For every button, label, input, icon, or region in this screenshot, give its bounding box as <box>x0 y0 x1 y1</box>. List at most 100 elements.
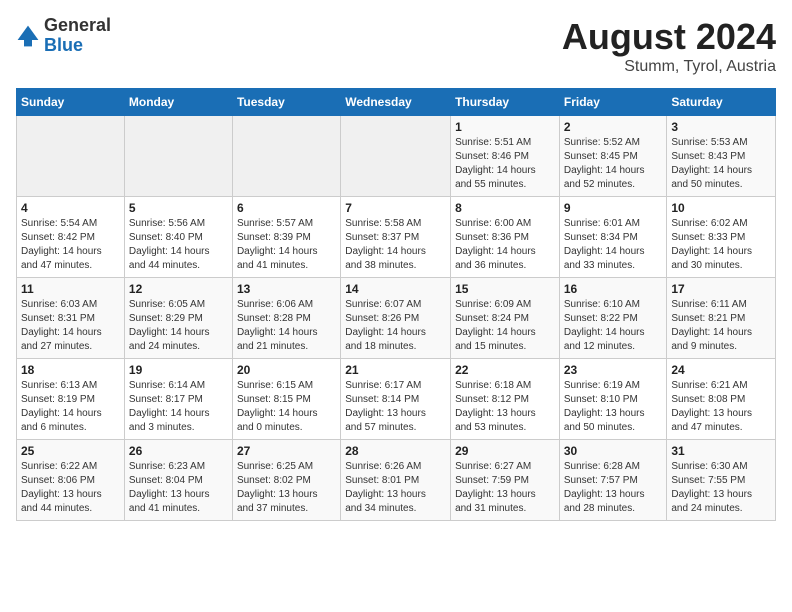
logo-general: General <box>44 16 111 36</box>
day-info: Sunrise: 6:06 AM Sunset: 8:28 PM Dayligh… <box>237 298 336 354</box>
calendar-cell: 8 Sunrise: 6:00 AM Sunset: 8:36 PM Daylig… <box>451 197 560 278</box>
day-number: 20 <box>237 363 336 377</box>
day-number: 9 <box>564 201 663 215</box>
calendar-week-row: 25 Sunrise: 6:22 AM Sunset: 8:06 PM Dayli… <box>17 440 776 521</box>
day-info: Sunrise: 6:26 AM Sunset: 8:01 PM Dayligh… <box>345 460 446 516</box>
day-number: 12 <box>129 282 228 296</box>
day-of-week-header: Saturday <box>667 89 776 116</box>
title-block: August 2024 Stumm, Tyrol, Austria <box>562 16 776 76</box>
day-number: 17 <box>671 282 771 296</box>
day-number: 19 <box>129 363 228 377</box>
day-info: Sunrise: 5:56 AM Sunset: 8:40 PM Dayligh… <box>129 217 228 273</box>
day-info: Sunrise: 5:57 AM Sunset: 8:39 PM Dayligh… <box>237 217 336 273</box>
page-title: August 2024 <box>562 16 776 58</box>
day-number: 14 <box>345 282 446 296</box>
day-number: 15 <box>455 282 555 296</box>
calendar-cell: 18 Sunrise: 6:13 AM Sunset: 8:19 PM Dayli… <box>17 359 125 440</box>
day-number: 25 <box>21 444 120 458</box>
calendar-cell: 11Sunrise: 6:03 AM Sunset: 8:31 PM Dayli… <box>17 278 125 359</box>
day-number: 24 <box>671 363 771 377</box>
calendar-cell: 6Sunrise: 5:57 AM Sunset: 8:39 PM Daylig… <box>232 197 340 278</box>
calendar-week-row: 18 Sunrise: 6:13 AM Sunset: 8:19 PM Dayli… <box>17 359 776 440</box>
calendar-week-row: 11Sunrise: 6:03 AM Sunset: 8:31 PM Dayli… <box>17 278 776 359</box>
calendar-cell: 2 Sunrise: 5:52 AM Sunset: 8:45 PM Daylig… <box>559 116 667 197</box>
day-number: 29 <box>455 444 555 458</box>
day-info: Sunrise: 6:28 AM Sunset: 7:57 PM Dayligh… <box>564 460 663 516</box>
day-info: Sunrise: 5:52 AM Sunset: 8:45 PM Dayligh… <box>564 136 663 192</box>
day-number: 28 <box>345 444 446 458</box>
day-info: Sunrise: 6:00 AM Sunset: 8:36 PM Dayligh… <box>455 217 555 273</box>
day-of-week-header: Thursday <box>451 89 560 116</box>
day-number: 23 <box>564 363 663 377</box>
calendar-cell: 19 Sunrise: 6:14 AM Sunset: 8:17 PM Dayli… <box>124 359 232 440</box>
calendar-cell: 22 Sunrise: 6:18 AM Sunset: 8:12 PM Dayli… <box>451 359 560 440</box>
calendar-cell: 28 Sunrise: 6:26 AM Sunset: 8:01 PM Dayli… <box>341 440 451 521</box>
calendar-cell: 16Sunrise: 6:10 AM Sunset: 8:22 PM Dayli… <box>559 278 667 359</box>
logo-text: General Blue <box>44 16 111 56</box>
day-info: Sunrise: 5:54 AM Sunset: 8:42 PM Dayligh… <box>21 217 120 273</box>
calendar-cell: 24 Sunrise: 6:21 AM Sunset: 8:08 PM Dayli… <box>667 359 776 440</box>
day-number: 2 <box>564 120 663 134</box>
day-info: Sunrise: 5:58 AM Sunset: 8:37 PM Dayligh… <box>345 217 446 273</box>
page-subtitle: Stumm, Tyrol, Austria <box>562 58 776 76</box>
day-number: 31 <box>671 444 771 458</box>
day-number: 13 <box>237 282 336 296</box>
day-info: Sunrise: 6:02 AM Sunset: 8:33 PM Dayligh… <box>671 217 771 273</box>
day-number: 10 <box>671 201 771 215</box>
day-of-week-header: Tuesday <box>232 89 340 116</box>
calendar-cell: 23Sunrise: 6:19 AM Sunset: 8:10 PM Dayli… <box>559 359 667 440</box>
day-number: 18 <box>21 363 120 377</box>
day-info: Sunrise: 6:14 AM Sunset: 8:17 PM Dayligh… <box>129 379 228 435</box>
day-info: Sunrise: 6:01 AM Sunset: 8:34 PM Dayligh… <box>564 217 663 273</box>
calendar-cell: 7 Sunrise: 5:58 AM Sunset: 8:37 PM Daylig… <box>341 197 451 278</box>
calendar-cell: 31 Sunrise: 6:30 AM Sunset: 7:55 PM Dayli… <box>667 440 776 521</box>
calendar-cell: 13 Sunrise: 6:06 AM Sunset: 8:28 PM Dayli… <box>232 278 340 359</box>
day-number: 22 <box>455 363 555 377</box>
calendar-table: SundayMondayTuesdayWednesdayThursdayFrid… <box>16 88 776 521</box>
day-of-week-header: Monday <box>124 89 232 116</box>
day-info: Sunrise: 5:53 AM Sunset: 8:43 PM Dayligh… <box>671 136 771 192</box>
day-of-week-header: Friday <box>559 89 667 116</box>
day-info: Sunrise: 6:15 AM Sunset: 8:15 PM Dayligh… <box>237 379 336 435</box>
calendar-cell: 4 Sunrise: 5:54 AM Sunset: 8:42 PM Daylig… <box>17 197 125 278</box>
calendar-body: 1Sunrise: 5:51 AM Sunset: 8:46 PM Daylig… <box>17 116 776 521</box>
day-number: 27 <box>237 444 336 458</box>
day-info: Sunrise: 6:30 AM Sunset: 7:55 PM Dayligh… <box>671 460 771 516</box>
day-info: Sunrise: 6:13 AM Sunset: 8:19 PM Dayligh… <box>21 379 120 435</box>
header-row: SundayMondayTuesdayWednesdayThursdayFrid… <box>17 89 776 116</box>
logo-icon <box>16 24 40 48</box>
calendar-cell: 5Sunrise: 5:56 AM Sunset: 8:40 PM Daylig… <box>124 197 232 278</box>
calendar-cell: 10 Sunrise: 6:02 AM Sunset: 8:33 PM Dayli… <box>667 197 776 278</box>
logo-blue: Blue <box>44 36 111 56</box>
day-number: 4 <box>21 201 120 215</box>
calendar-cell: 25 Sunrise: 6:22 AM Sunset: 8:06 PM Dayli… <box>17 440 125 521</box>
day-info: Sunrise: 6:11 AM Sunset: 8:21 PM Dayligh… <box>671 298 771 354</box>
day-info: Sunrise: 6:05 AM Sunset: 8:29 PM Dayligh… <box>129 298 228 354</box>
day-number: 30 <box>564 444 663 458</box>
calendar-cell: 26Sunrise: 6:23 AM Sunset: 8:04 PM Dayli… <box>124 440 232 521</box>
day-info: Sunrise: 6:27 AM Sunset: 7:59 PM Dayligh… <box>455 460 555 516</box>
calendar-cell: 1Sunrise: 5:51 AM Sunset: 8:46 PM Daylig… <box>451 116 560 197</box>
day-info: Sunrise: 6:22 AM Sunset: 8:06 PM Dayligh… <box>21 460 120 516</box>
day-info: Sunrise: 6:03 AM Sunset: 8:31 PM Dayligh… <box>21 298 120 354</box>
day-number: 8 <box>455 201 555 215</box>
day-info: Sunrise: 6:18 AM Sunset: 8:12 PM Dayligh… <box>455 379 555 435</box>
page-header: General Blue August 2024 Stumm, Tyrol, A… <box>16 16 776 76</box>
day-number: 3 <box>671 120 771 134</box>
day-info: Sunrise: 6:09 AM Sunset: 8:24 PM Dayligh… <box>455 298 555 354</box>
calendar-cell: 30 Sunrise: 6:28 AM Sunset: 7:57 PM Dayli… <box>559 440 667 521</box>
day-info: Sunrise: 6:17 AM Sunset: 8:14 PM Dayligh… <box>345 379 446 435</box>
day-of-week-header: Wednesday <box>341 89 451 116</box>
day-info: Sunrise: 6:23 AM Sunset: 8:04 PM Dayligh… <box>129 460 228 516</box>
calendar-cell: 3 Sunrise: 5:53 AM Sunset: 8:43 PM Daylig… <box>667 116 776 197</box>
calendar-cell: 12 Sunrise: 6:05 AM Sunset: 8:29 PM Dayli… <box>124 278 232 359</box>
calendar-cell <box>341 116 451 197</box>
calendar-header: SundayMondayTuesdayWednesdayThursdayFrid… <box>17 89 776 116</box>
calendar-week-row: 1Sunrise: 5:51 AM Sunset: 8:46 PM Daylig… <box>17 116 776 197</box>
day-number: 7 <box>345 201 446 215</box>
day-number: 16 <box>564 282 663 296</box>
day-of-week-header: Sunday <box>17 89 125 116</box>
day-info: Sunrise: 6:21 AM Sunset: 8:08 PM Dayligh… <box>671 379 771 435</box>
day-number: 1 <box>455 120 555 134</box>
calendar-cell: 14Sunrise: 6:07 AM Sunset: 8:26 PM Dayli… <box>341 278 451 359</box>
